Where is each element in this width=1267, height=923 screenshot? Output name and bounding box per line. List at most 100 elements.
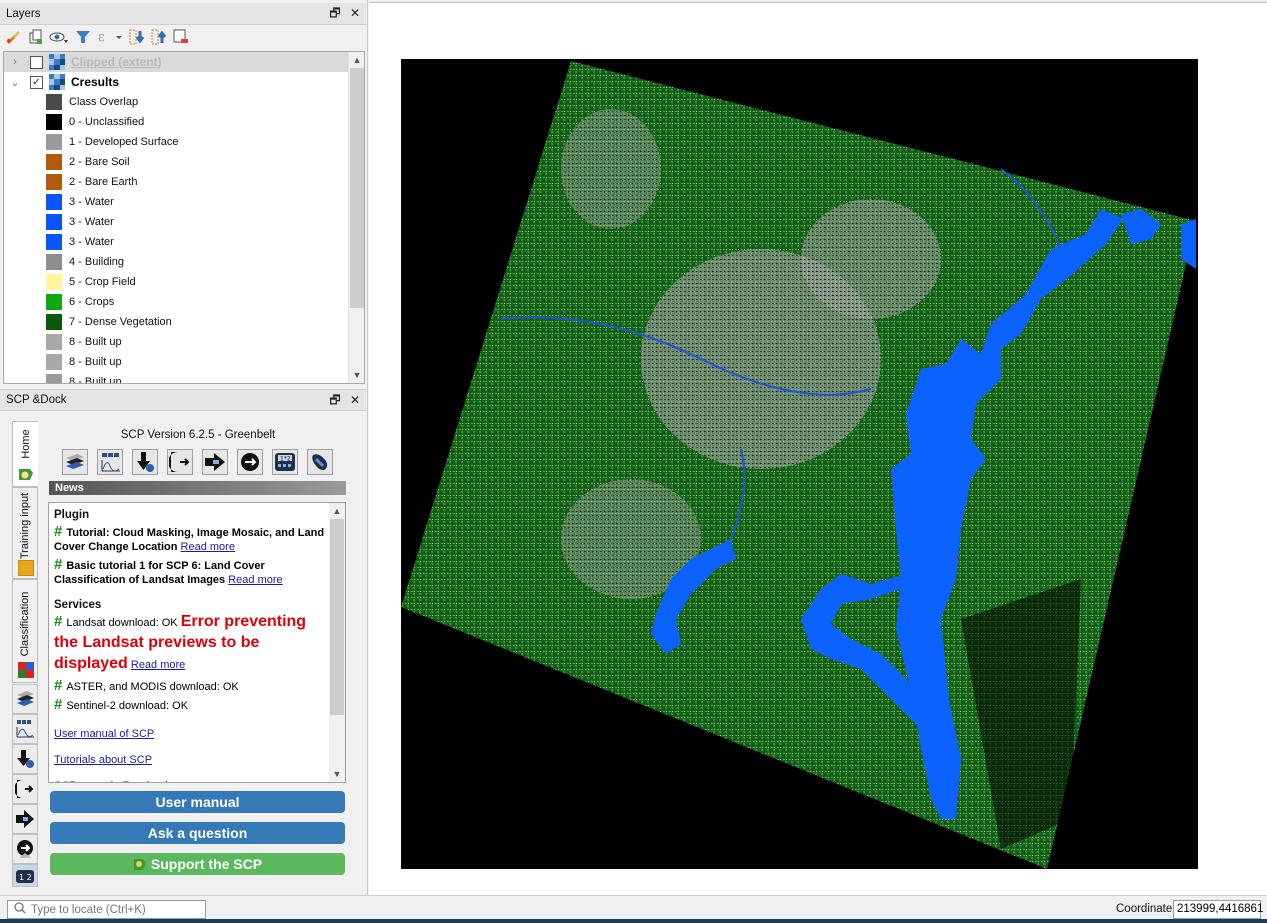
legend-item[interactable]: 8 - Built up	[46, 332, 122, 352]
layer-visibility-checkbox[interactable]: ✓	[30, 75, 43, 89]
facebook-group-link[interactable]: SCP group in Facebook	[54, 780, 171, 782]
float-panel-icon[interactable]: 🗗	[328, 6, 342, 20]
side-download-button[interactable]	[12, 744, 38, 774]
support-scp-label: Support the SCP	[150, 856, 263, 872]
legend-label: 3 - Water	[69, 216, 114, 228]
side-band-processing-button[interactable]	[12, 834, 38, 864]
support-scp-button[interactable]: Support the SCP	[50, 853, 345, 875]
legend-item[interactable]: 0 - Unclassified	[46, 112, 144, 132]
user-manual-link[interactable]: User manual of SCP	[54, 728, 154, 740]
visibility-icon[interactable]	[48, 28, 70, 46]
legend-item[interactable]: 2 - Bare Soil	[46, 152, 130, 172]
tab-classification[interactable]: Classification	[12, 579, 38, 683]
scrollbar-thumb[interactable]	[330, 519, 344, 715]
urban-area	[561, 109, 661, 229]
locator-bar[interactable]	[7, 900, 206, 919]
news-box: Plugin # Tutorial: Cloud Masking, Image M…	[48, 502, 346, 783]
expand-chevron-icon[interactable]: ›	[8, 56, 22, 68]
scrollbar-thumb[interactable]	[350, 68, 364, 308]
legend-swatch	[46, 154, 62, 170]
collapse-all-icon[interactable]	[150, 28, 168, 46]
band-processing-icon	[241, 453, 259, 471]
legend-item[interactable]: Class Overlap	[46, 92, 138, 112]
legend-item[interactable]: 8 - Built up	[46, 352, 122, 372]
legend-item[interactable]: 8 - Built up	[46, 372, 122, 383]
legend-label: 2 - Bare Soil	[69, 156, 130, 168]
layer-row-clipped[interactable]: › Clipped (extent)	[4, 52, 349, 72]
support-icon	[133, 859, 146, 870]
filter-expression-icon[interactable]: ε	[96, 28, 124, 46]
band-calc-button[interactable]: 1*2	[272, 449, 298, 475]
download-products-icon	[17, 750, 34, 768]
tab-training-input[interactable]: Training input	[12, 487, 38, 579]
float-panel-icon[interactable]: 🗗	[328, 393, 342, 407]
add-group-icon[interactable]	[26, 28, 44, 46]
locator-input[interactable]	[31, 903, 201, 916]
side-preprocessing-button[interactable]	[12, 774, 38, 804]
legend-swatch	[46, 234, 62, 250]
legend-item[interactable]: 7 - Dense Vegetation	[46, 312, 172, 332]
expand-all-icon[interactable]	[128, 28, 146, 46]
services-heading: Services	[54, 599, 102, 611]
legend-swatch	[46, 214, 62, 230]
hash-icon: #	[54, 696, 63, 713]
style-manager-icon[interactable]	[4, 28, 22, 46]
band-set-button[interactable]	[62, 449, 88, 475]
hash-icon: #	[54, 523, 63, 540]
batch-button[interactable]	[307, 449, 333, 475]
side-band-set-button[interactable]	[12, 684, 38, 714]
preprocessing-button[interactable]	[167, 449, 193, 475]
filter-legend-icon[interactable]	[74, 28, 92, 46]
legend-item[interactable]: 6 - Crops	[46, 292, 114, 312]
legend-item[interactable]: 3 - Water	[46, 212, 114, 232]
scp-version-label: SCP Version 6.2.5 - Greenbelt	[120, 429, 276, 441]
scroll-down-icon[interactable]: ▼	[329, 766, 345, 782]
classification-raster[interactable]	[401, 59, 1198, 869]
legend-label: 4 - Building	[69, 256, 125, 268]
side-band-calc-button[interactable]: 1 2	[12, 864, 38, 887]
legend-swatch	[46, 314, 62, 330]
postprocessing-button[interactable]	[202, 449, 228, 475]
legend-item[interactable]: 1 - Developed Surface	[46, 132, 178, 152]
hash-icon: #	[54, 613, 63, 630]
spectral-plot-button[interactable]	[97, 449, 123, 475]
left-dock-column: Layers 🗗 ✕ ε › Clipped (extent) ⌄ ✓ Cres…	[0, 0, 368, 895]
side-postprocessing-button[interactable]	[12, 804, 38, 834]
legend-item[interactable]: 3 - Water	[46, 192, 114, 212]
collapse-chevron-icon[interactable]: ⌄	[8, 76, 22, 89]
read-more-link[interactable]: Read more	[181, 541, 235, 553]
layer-visibility-checkbox[interactable]	[30, 55, 43, 69]
legend-item[interactable]: 3 - Water	[46, 232, 114, 252]
layer-row-cresults[interactable]: ⌄ ✓ Cresults	[4, 72, 349, 92]
raster-layer-icon	[49, 74, 65, 90]
user-manual-button[interactable]: User manual	[50, 791, 345, 813]
download-products-button[interactable]	[132, 449, 158, 475]
legend-item[interactable]: 5 - Crop Field	[46, 272, 136, 292]
legend-item[interactable]: 2 - Bare Earth	[46, 172, 137, 192]
tab-home-label: Home	[19, 429, 32, 459]
read-more-link[interactable]: Read more	[131, 659, 185, 671]
batch-icon	[312, 454, 328, 471]
layers-scrollbar[interactable]: ▲ ▼	[348, 52, 364, 383]
news-scrollbar[interactable]: ▲ ▼	[329, 503, 345, 782]
scroll-up-icon[interactable]: ▲	[329, 503, 345, 519]
map-canvas[interactable]	[369, 2, 1267, 895]
legend-label: 3 - Water	[69, 196, 114, 208]
legend-item[interactable]: 4 - Building	[46, 252, 124, 272]
tab-home[interactable]: Home	[12, 421, 38, 487]
remove-layer-icon[interactable]	[172, 28, 190, 46]
ask-question-button[interactable]: Ask a question	[50, 822, 345, 844]
coordinate-field[interactable]: 213999,4416861	[1173, 900, 1263, 919]
scroll-up-icon[interactable]: ▲	[349, 52, 364, 68]
read-more-link[interactable]: Read more	[228, 574, 282, 586]
tab-training-label: Training input	[19, 492, 31, 560]
close-panel-icon[interactable]: ✕	[348, 393, 362, 407]
training-input-icon	[18, 560, 34, 576]
close-panel-icon[interactable]: ✕	[348, 6, 362, 20]
side-spectral-plot-button[interactable]	[12, 714, 38, 744]
band-processing-button[interactable]	[237, 449, 263, 475]
layers-panel-titlebar: Layers 🗗 ✕	[0, 3, 366, 25]
scroll-down-icon[interactable]: ▼	[349, 367, 364, 383]
raster-layer-icon	[49, 54, 65, 70]
tutorials-link[interactable]: Tutorials about SCP	[54, 754, 152, 766]
